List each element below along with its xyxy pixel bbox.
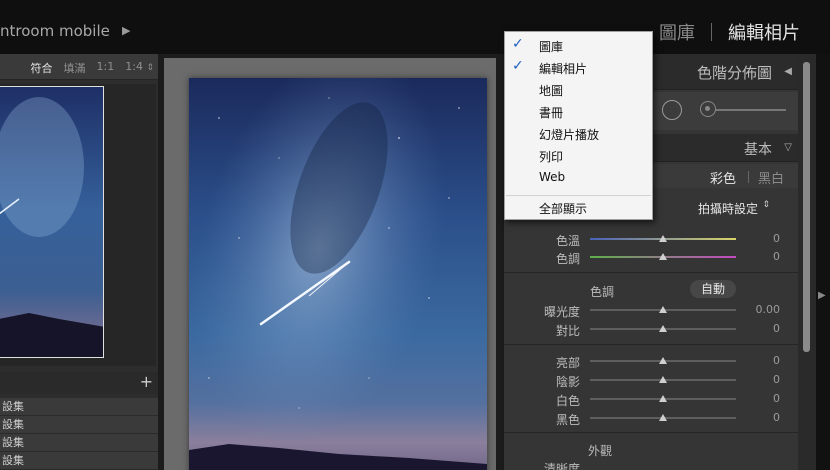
slider-knob[interactable] [659,306,667,313]
preset-item[interactable]: 設集 [0,434,158,452]
slider-value[interactable]: 0.00 [756,303,781,316]
slider-row: 色溫 0 [504,230,798,248]
treatment-separator [748,171,749,183]
slider-knob[interactable] [659,357,667,364]
slider-label: 白色 [555,394,580,408]
slider-knob[interactable] [659,395,667,402]
radial-filter-icon[interactable] [662,100,682,120]
slider-row: 曝光度 0.00 [504,301,798,319]
menu-item-print[interactable]: 列印 [505,144,652,166]
slider-value[interactable]: 0 [773,232,780,245]
slider-value[interactable]: 0 [773,373,780,386]
module-separator [711,23,712,41]
menu-item-slideshow[interactable]: 幻燈片播放 [505,122,652,144]
auto-tone-button[interactable]: 自動 [690,280,736,298]
menu-item-show-all[interactable]: 全部顯示 [505,196,652,218]
identity-plate-arrow-icon[interactable]: ▶ [122,24,130,37]
slider-knob[interactable] [659,235,667,242]
module-context-menu: ✓ 圖庫 ✓ 編輯相片 地圖 書冊 幻燈片播放 列印 Web 全部顯示 [504,31,653,220]
checkmark-icon: ✓ [512,58,524,74]
right-edge: ▶ [816,54,830,470]
module-library[interactable]: 圖庫 [659,19,695,45]
app-title: ntroom mobile [0,22,110,40]
zoom-custom[interactable]: 1:4 ⇕ [125,60,154,76]
slider-knob[interactable] [659,325,667,332]
zoom-fill[interactable]: 填滿 [64,60,86,76]
slider-label: 色調 [555,252,580,266]
clarity-label: 清晰度 [543,462,580,470]
navigator-thumbnail-image [0,87,103,357]
updown-caret-icon[interactable]: ⇕ [762,200,770,210]
right-scrollbar[interactable] [798,54,816,470]
zoom-fit[interactable]: 符合 [31,60,53,76]
navigator-thumbnail[interactable] [0,86,104,358]
slider-knob[interactable] [659,414,667,421]
collapse-down-icon[interactable]: ▽ [784,142,792,153]
slider-label: 亮部 [555,356,580,370]
zoom-updown-icon: ⇕ [146,63,154,73]
menu-item-develop[interactable]: ✓ 編輯相片 [505,56,652,78]
main-photo-image [189,78,487,470]
white-balance-select[interactable]: 拍攝時設定 [698,200,758,217]
histogram-title: 色階分佈圖 [696,64,772,82]
section-divider [504,344,798,345]
slider-row: 陰影 0 [504,371,798,389]
menu-item-map[interactable]: 地圖 [505,78,652,100]
zoom-options: 符合 填滿 1:1 1:4 ⇕ [31,60,154,76]
scrollbar-thumb[interactable] [803,62,810,352]
slider-row: 白色 0 [504,390,798,408]
left-panel: 符合 填滿 1:1 1:4 ⇕ + 設集 設集 設集 設集 [0,54,158,470]
slider-row: 亮部 0 [504,352,798,370]
basic-title: 基本 [744,142,772,158]
section-divider [504,432,798,433]
main-photo[interactable] [189,78,487,470]
center-canvas [158,54,502,470]
slider-value[interactable]: 0 [773,354,780,367]
slider-value[interactable]: 0 [773,250,780,263]
menu-item-library[interactable]: ✓ 圖庫 [505,34,652,56]
expand-right-icon[interactable]: ▶ [818,290,826,301]
treatment-bw[interactable]: 黑白 [758,168,784,187]
presets-header: + [0,372,158,394]
slider-label: 曝光度 [543,305,580,319]
collapse-left-icon[interactable]: ◀ [784,66,792,77]
slider-label: 黑色 [555,413,580,427]
top-bar: ntroom mobile ▶ 圖庫 編輯相片 [0,0,830,54]
slider-knob[interactable] [659,376,667,383]
module-picker: 圖庫 編輯相片 [659,19,800,45]
tone-label: 色調 [590,285,615,299]
add-preset-plus-icon[interactable]: + [140,372,153,391]
zoom-1-1[interactable]: 1:1 [97,60,115,76]
slider-row: 黑色 0 [504,409,798,427]
menu-item-web[interactable]: Web [505,166,652,188]
checkmark-icon: ✓ [512,36,524,52]
slider-row: 色調 0 [504,248,798,266]
navigator-header: 符合 填滿 1:1 1:4 ⇕ [0,54,158,80]
slider-value[interactable]: 0 [773,322,780,335]
slider-label: 對比 [555,324,580,338]
presence-label: 外觀 [588,444,613,458]
section-divider [504,272,798,273]
module-develop[interactable]: 編輯相片 [728,19,800,45]
slider-row: 對比 0 [504,320,798,338]
adjustment-brush-icon[interactable] [700,101,716,117]
preset-item[interactable]: 設集 [0,398,158,416]
navigator-preview[interactable] [0,84,156,366]
slider-label: 陰影 [555,375,580,389]
slider-value[interactable]: 0 [773,392,780,405]
preset-item[interactable]: 設集 [0,416,158,434]
photo-backdrop [164,58,496,470]
preset-list: 設集 設集 設集 設集 [0,398,158,470]
preset-item[interactable]: 設集 [0,452,158,470]
slider-knob[interactable] [659,253,667,260]
slider-value[interactable]: 0 [773,411,780,424]
treatment-color[interactable]: 彩色 [710,168,736,187]
slider-label: 色溫 [555,234,580,248]
menu-item-book[interactable]: 書冊 [505,100,652,122]
